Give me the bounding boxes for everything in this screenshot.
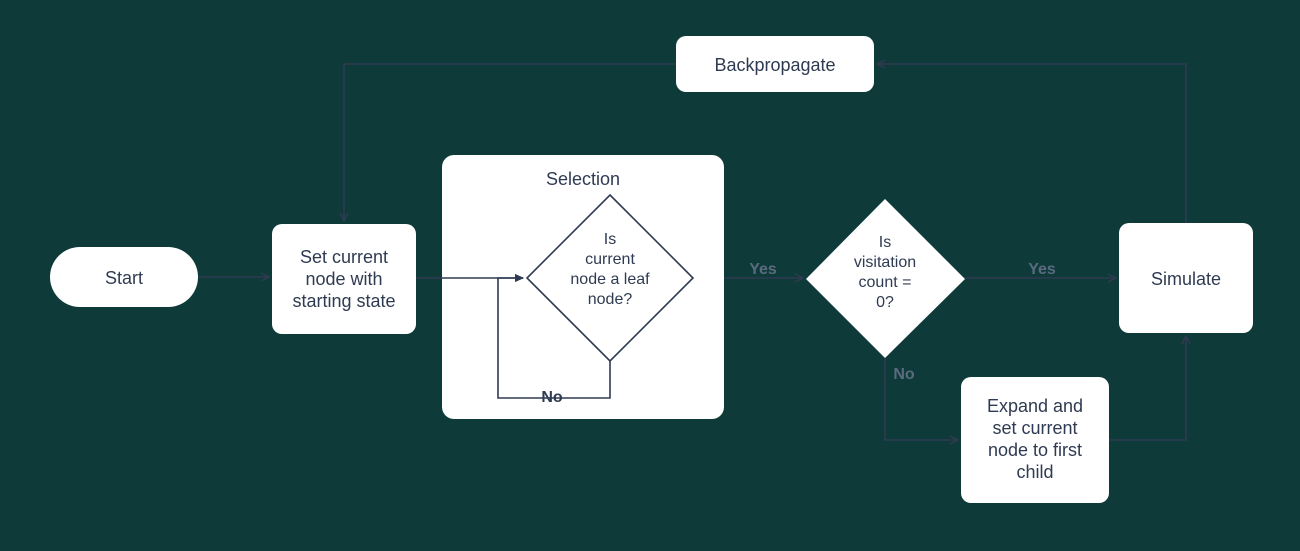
svg-text:child: child [1016, 462, 1053, 482]
svg-text:node to first: node to first [988, 440, 1082, 460]
edge-label-yes-2: Yes [1028, 261, 1056, 278]
svg-text:count =: count = [859, 274, 912, 291]
simulate-node: Simulate [1119, 223, 1253, 333]
edge-expand-to-simulate [1109, 337, 1186, 440]
edge-simulate-to-backprop [878, 64, 1186, 223]
backpropagate-label: Backpropagate [714, 55, 835, 75]
svg-text:Expand and: Expand and [987, 396, 1083, 416]
start-node: Start [50, 247, 198, 307]
selection-title: Selection [546, 169, 620, 189]
visitation-count-decision: Is visitation count = 0? [806, 199, 965, 358]
svg-text:node?: node? [588, 291, 633, 308]
flowchart: Start Set current node with starting sta… [0, 0, 1300, 551]
svg-text:Is: Is [604, 231, 616, 248]
svg-text:node with: node with [305, 269, 382, 289]
svg-text:Set current: Set current [300, 247, 388, 267]
edge-label-yes-1: Yes [749, 261, 777, 278]
expand-node: Expand and set current node to first chi… [961, 377, 1109, 503]
start-label: Start [105, 268, 143, 288]
svg-text:visitation: visitation [854, 254, 916, 271]
svg-text:current: current [585, 251, 635, 268]
svg-text:0?: 0? [876, 294, 894, 311]
edge-label-no-leaf: No [541, 389, 563, 406]
svg-text:set current: set current [992, 418, 1077, 438]
simulate-label: Simulate [1151, 269, 1221, 289]
svg-text:node a leaf: node a leaf [570, 271, 650, 288]
set-current-node: Set current node with starting state [272, 224, 416, 334]
selection-container: Selection Is current node a leaf node? N… [442, 155, 724, 419]
backpropagate-node: Backpropagate [676, 36, 874, 92]
svg-text:starting state: starting state [292, 291, 395, 311]
svg-text:Is: Is [879, 234, 891, 251]
edge-label-no-visit: No [893, 366, 915, 383]
